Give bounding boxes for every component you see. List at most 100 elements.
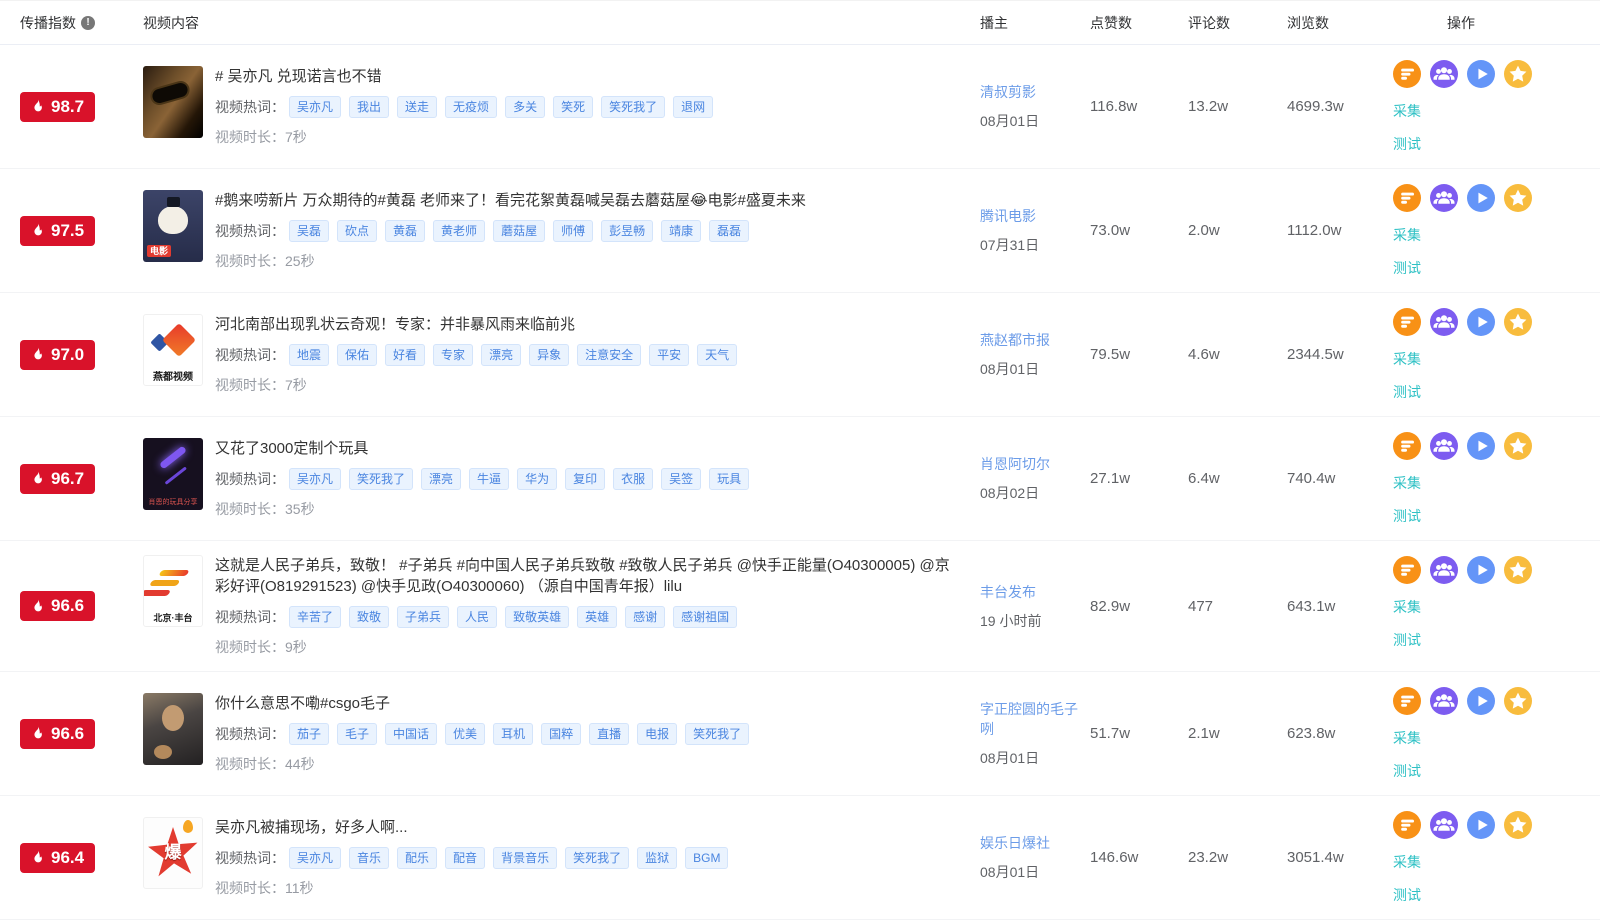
hot-word-tag[interactable]: 吴亦凡 [289,847,342,869]
hot-word-tag[interactable]: 配音 [445,847,486,869]
hot-word-tag[interactable]: 天气 [697,344,738,366]
hot-word-tag[interactable]: 漂亮 [421,468,462,490]
hot-word-tag[interactable]: 吴签 [661,468,702,490]
test-link[interactable]: 测试 [1393,761,1421,781]
rank-list-button[interactable] [1393,184,1421,212]
hot-word-tag[interactable]: 吴磊 [289,220,330,242]
hot-word-tag[interactable]: 吴亦凡 [289,96,342,118]
rank-list-button[interactable] [1393,60,1421,88]
test-link[interactable]: 测试 [1393,382,1421,402]
audience-button[interactable] [1430,60,1458,88]
hot-word-tag[interactable]: 黄磊 [385,220,426,242]
favorite-button[interactable] [1504,184,1532,212]
video-thumbnail[interactable]: 电影 [143,190,203,262]
play-video-button[interactable] [1467,687,1495,715]
rank-list-button[interactable] [1393,556,1421,584]
creator-link[interactable]: 丰台发布 [980,582,1036,602]
video-thumbnail[interactable]: 北京·丰台 [143,555,203,627]
hot-word-tag[interactable]: 致敬英雄 [505,606,570,628]
play-video-button[interactable] [1467,60,1495,88]
hot-word-tag[interactable]: 彭昱畅 [601,220,654,242]
hot-word-tag[interactable]: 茄子 [289,723,330,745]
hot-word-tag[interactable]: 直播 [589,723,630,745]
video-thumbnail[interactable] [143,693,203,765]
test-link[interactable]: 测试 [1393,885,1421,905]
test-link[interactable]: 测试 [1393,506,1421,526]
creator-link[interactable]: 燕赵都市报 [980,330,1050,350]
test-link[interactable]: 测试 [1393,258,1421,278]
hot-word-tag[interactable]: 英雄 [577,606,618,628]
video-title[interactable]: 吴亦凡被捕现场，好多人啊... [215,817,956,838]
hot-word-tag[interactable]: 致敬 [349,606,390,628]
video-thumbnail[interactable]: 肖恩的玩具分享 [143,438,203,510]
creator-link[interactable]: 肖恩阿切尔 [980,454,1050,474]
play-video-button[interactable] [1467,811,1495,839]
hot-word-tag[interactable]: 子弟兵 [397,606,450,628]
favorite-button[interactable] [1504,308,1532,336]
hot-word-tag[interactable]: 漂亮 [481,344,522,366]
info-icon[interactable]: ! [81,15,95,30]
collect-link[interactable]: 采集 [1393,473,1421,493]
hot-word-tag[interactable]: 耳机 [493,723,534,745]
collect-link[interactable]: 采集 [1393,225,1421,245]
hot-word-tag[interactable]: 退网 [673,96,714,118]
video-thumbnail[interactable]: 爆 [143,817,203,889]
favorite-button[interactable] [1504,687,1532,715]
hot-word-tag[interactable]: 玩具 [709,468,750,490]
play-video-button[interactable] [1467,308,1495,336]
hot-word-tag[interactable]: 笑死我了 [685,723,750,745]
collect-link[interactable]: 采集 [1393,349,1421,369]
hot-word-tag[interactable]: 牛逼 [469,468,510,490]
rank-list-button[interactable] [1393,308,1421,336]
play-video-button[interactable] [1467,184,1495,212]
hot-word-tag[interactable]: 异象 [529,344,570,366]
hot-word-tag[interactable]: 复印 [565,468,606,490]
audience-button[interactable] [1430,811,1458,839]
audience-button[interactable] [1430,308,1458,336]
hot-word-tag[interactable]: 送走 [397,96,438,118]
hot-word-tag[interactable]: 衣服 [613,468,654,490]
video-thumbnail[interactable]: 燕都视频 [143,314,203,386]
hot-word-tag[interactable]: 华为 [517,468,558,490]
collect-link[interactable]: 采集 [1393,852,1421,872]
audience-button[interactable] [1430,432,1458,460]
creator-link[interactable]: 清叔剪影 [980,82,1036,102]
test-link[interactable]: 测试 [1393,630,1421,650]
video-title[interactable]: 你什么意思不嘞#csgo毛子 [215,693,956,714]
video-title[interactable]: 这就是人民子弟兵，致敬！ #子弟兵 #向中国人民子弟兵致敬 #致敬人民子弟兵 @… [215,555,956,597]
creator-link[interactable]: 腾讯电影 [980,206,1036,226]
hot-word-tag[interactable]: 配乐 [397,847,438,869]
hot-word-tag[interactable]: 吴亦凡 [289,468,342,490]
hot-word-tag[interactable]: 蘑菇屋 [493,220,546,242]
hot-word-tag[interactable]: 国粹 [541,723,582,745]
hot-word-tag[interactable]: 黄老师 [433,220,486,242]
hot-word-tag[interactable]: 多关 [505,96,546,118]
hot-word-tag[interactable]: 好看 [385,344,426,366]
collect-link[interactable]: 采集 [1393,101,1421,121]
collect-link[interactable]: 采集 [1393,728,1421,748]
hot-word-tag[interactable]: 师傅 [553,220,594,242]
favorite-button[interactable] [1504,811,1532,839]
hot-word-tag[interactable]: 注意安全 [577,344,642,366]
video-title[interactable]: # 吴亦凡 兑现诺言也不错 [215,66,956,87]
hot-word-tag[interactable]: 笑死我了 [565,847,630,869]
audience-button[interactable] [1430,184,1458,212]
hot-word-tag[interactable]: 中国话 [385,723,438,745]
video-title[interactable]: 又花了3000定制个玩具 [215,438,956,459]
video-thumbnail[interactable] [143,66,203,138]
hot-word-tag[interactable]: 笑死 [553,96,594,118]
hot-word-tag[interactable]: 磊磊 [709,220,750,242]
rank-list-button[interactable] [1393,811,1421,839]
favorite-button[interactable] [1504,432,1532,460]
hot-word-tag[interactable]: 感谢祖国 [673,606,738,628]
favorite-button[interactable] [1504,556,1532,584]
hot-word-tag[interactable]: 平安 [649,344,690,366]
play-video-button[interactable] [1467,556,1495,584]
hot-word-tag[interactable]: 笑死我了 [601,96,666,118]
hot-word-tag[interactable]: 毛子 [337,723,378,745]
hot-word-tag[interactable]: 靖康 [661,220,702,242]
hot-word-tag[interactable]: 人民 [457,606,498,628]
play-video-button[interactable] [1467,432,1495,460]
video-title[interactable]: #鹅来唠新片 万众期待的#黄磊 老师来了！看完花絮黄磊喊吴磊去蘑菇屋😂电影#盛夏… [215,190,956,211]
test-link[interactable]: 测试 [1393,134,1421,154]
